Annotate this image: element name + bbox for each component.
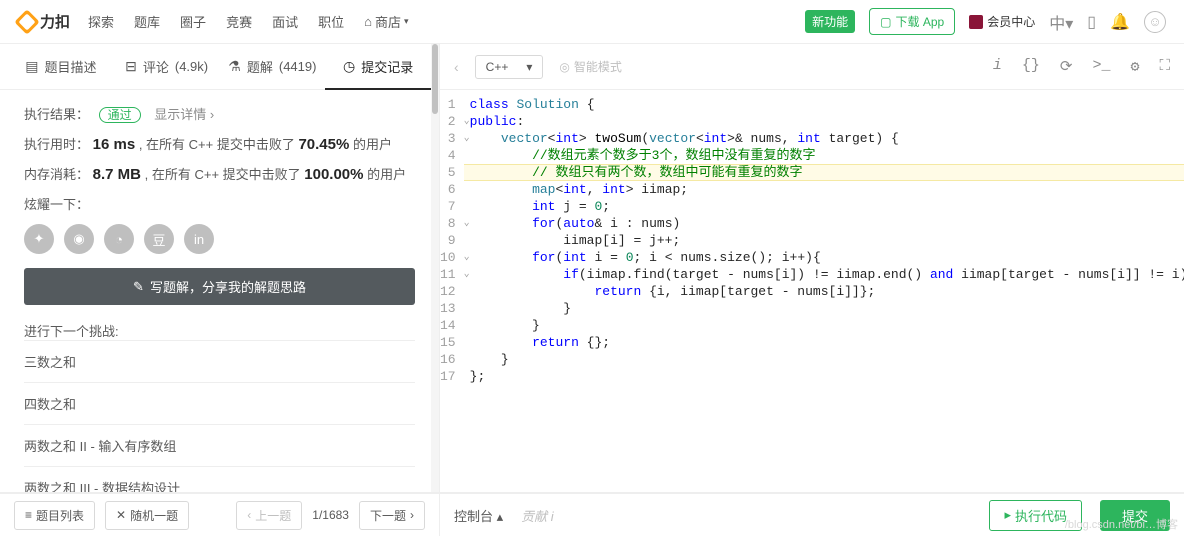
nav-contest[interactable]: 竞赛 — [226, 12, 252, 31]
pencil-icon: ✎ — [133, 279, 144, 295]
memory-row: 内存消耗： 8.7 MB , 在所有 C++ 提交中击败了 100.00% 的用… — [24, 164, 415, 183]
problem-list-button[interactable]: ≡题目列表 — [14, 501, 95, 530]
streak-icon[interactable]: ▯ — [1087, 12, 1096, 32]
code-lines[interactable]: class Solution { public: vector<int> two… — [470, 90, 1184, 492]
chevron-down-icon: ▾ — [526, 60, 532, 74]
douban-icon[interactable]: 豆 — [144, 224, 174, 254]
contribute-link[interactable]: 贡献 i — [521, 506, 554, 525]
show-detail-link[interactable]: 显示详情 › — [154, 107, 214, 122]
watermark: /blog.csdn.net/bi…博客 — [1065, 516, 1178, 532]
brand-name: 力扣 — [40, 11, 70, 32]
challenge-item[interactable]: 三数之和 — [24, 340, 415, 382]
language-toggle[interactable]: 中▾ — [1049, 10, 1073, 34]
shuffle-icon: ✕ — [116, 508, 126, 522]
avatar[interactable]: ☺ — [1144, 11, 1166, 33]
smart-mode[interactable]: ◎智能模式 — [559, 58, 622, 75]
nav-circle[interactable]: 圈子 — [180, 12, 206, 31]
fullscreen-icon[interactable]: ⛶ — [1159, 57, 1170, 76]
write-solution-button[interactable]: ✎写题解，分享我的解题思路 — [24, 268, 415, 305]
doc-icon: ▤ — [25, 58, 38, 75]
flask-icon: ⚗ — [228, 58, 241, 75]
refresh-icon[interactable]: ⟳ — [1060, 57, 1073, 76]
line-gutter: 1234567891011121314151617 — [440, 90, 464, 492]
tab-description[interactable]: ▤题目描述 — [8, 44, 114, 89]
bulb-icon: ◎ — [559, 60, 569, 74]
qq-icon[interactable]: ◔ — [104, 224, 134, 254]
comment-icon: ⊟ — [125, 58, 137, 75]
challenge-item[interactable]: 四数之和 — [24, 382, 415, 424]
prev-button[interactable]: ‹上一题 — [236, 501, 302, 530]
bookmark-icon — [969, 15, 983, 29]
chevron-left-icon: ‹ — [247, 508, 251, 522]
next-challenge-label: 进行下一个挑战: — [24, 321, 415, 340]
nav-jobs[interactable]: 职位 — [318, 12, 344, 31]
nav-links: 探索 题库 圈子 竞赛 面试 职位 ⌂商店▾ — [88, 12, 409, 31]
next-button[interactable]: 下一题› — [359, 501, 425, 530]
logo[interactable]: 力扣 — [18, 11, 70, 32]
result-row: 执行结果： 通过 显示详情 › — [24, 104, 415, 123]
collapse-icon[interactable]: ‹ — [454, 59, 459, 75]
terminal-icon[interactable]: >_ — [1092, 57, 1110, 76]
nav-shop[interactable]: ⌂商店▾ — [364, 12, 408, 31]
phone-icon: ▢ — [880, 15, 891, 29]
linkedin-icon[interactable]: in — [184, 224, 214, 254]
code-editor[interactable]: 1234567891011121314151617 ⌄⌄⌄⌄⌄ class So… — [440, 90, 1184, 492]
tab-comments[interactable]: ⊟评论 (4.9k) — [114, 44, 220, 89]
braces-icon[interactable]: {} — [1022, 57, 1040, 76]
challenge-item[interactable]: 两数之和 II - 输入有序数组 — [24, 424, 415, 466]
scrollbar[interactable] — [431, 44, 439, 492]
play-icon: ▸ — [1004, 507, 1011, 523]
language-select[interactable]: C++▾ — [475, 55, 544, 79]
wechat-icon[interactable]: ✦ — [24, 224, 54, 254]
new-feature-badge[interactable]: 新功能 — [805, 10, 855, 33]
flaunt-label: 炫耀一下： — [24, 194, 415, 213]
status-badge: 通过 — [99, 107, 141, 123]
nav-interview[interactable]: 面试 — [272, 12, 298, 31]
share-icons: ✦ ◉ ◔ 豆 in — [24, 224, 415, 254]
clock-icon: ◷ — [343, 58, 355, 75]
download-app-button[interactable]: ▢下载 App — [869, 8, 955, 35]
challenge-item[interactable]: 两数之和 III - 数据结构设计 — [24, 466, 415, 492]
chevron-right-icon: › — [410, 508, 414, 522]
gear-icon[interactable]: ⚙ — [1130, 57, 1139, 76]
nav-explore[interactable]: 探索 — [88, 12, 114, 31]
tab-solutions[interactable]: ⚗题解(4419) — [220, 44, 326, 89]
page-indicator: 1/1683 — [312, 508, 349, 522]
list-icon: ≡ — [25, 508, 32, 522]
console-toggle[interactable]: 控制台 ▴ — [454, 506, 503, 525]
tab-submissions[interactable]: ◷提交记录 — [325, 45, 431, 90]
weibo-icon[interactable]: ◉ — [64, 224, 94, 254]
logo-icon — [14, 9, 39, 34]
runtime-row: 执行用时： 16 ms , 在所有 C++ 提交中击败了 70.45% 的用户 — [24, 134, 415, 153]
nav-problems[interactable]: 题库 — [134, 12, 160, 31]
shop-icon: ⌂ — [364, 14, 372, 29]
problem-tabs: ▤题目描述 ⊟评论 (4.9k) ⚗题解(4419) ◷提交记录 — [0, 44, 439, 90]
info-icon[interactable]: i — [993, 57, 1002, 76]
bell-icon[interactable]: 🔔 — [1110, 12, 1130, 32]
random-button[interactable]: ✕随机一题 — [105, 501, 189, 530]
vip-center[interactable]: 会员中心 — [969, 13, 1035, 30]
